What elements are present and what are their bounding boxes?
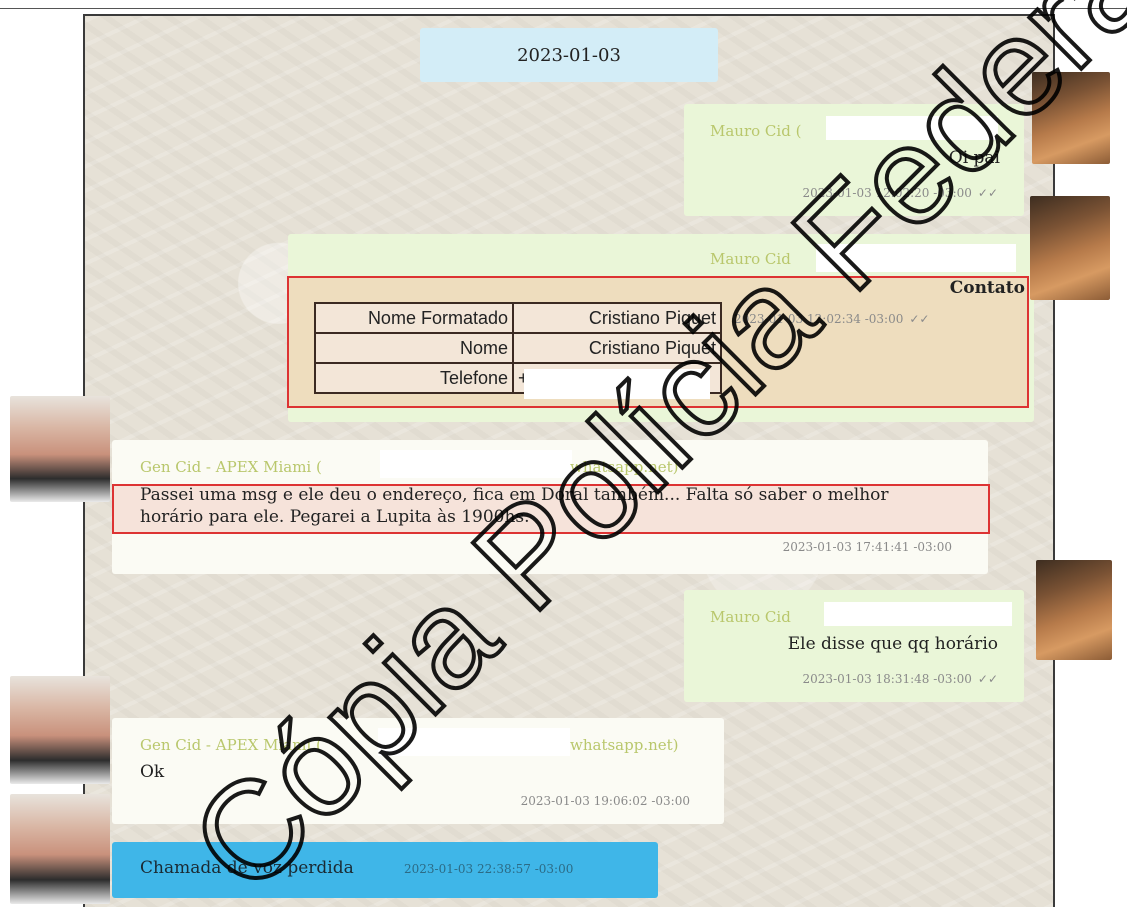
- message-text: Chamada de voz perdida: [140, 858, 354, 878]
- message-meta: 2023-01-03 12:02:20 -03:00 ✓✓: [803, 182, 998, 201]
- message-text: Contato: [949, 278, 1025, 298]
- avatar-mauro-cid: [1032, 72, 1110, 164]
- contact-row: Nome Formatado Cristiano Piquet: [314, 302, 722, 334]
- missed-call-message[interactable]: Chamada de voz perdida 2023-01-03 22:38:…: [112, 842, 658, 898]
- read-ticks-icon: ✓✓: [977, 672, 998, 686]
- sender-name: Mauro Cid (: [710, 122, 802, 140]
- contact-label: Nome: [314, 332, 514, 364]
- top-rule: [0, 8, 1127, 9]
- sender-name: Gen Cid - APEX Miami (: [140, 736, 322, 754]
- avatar-mauro-cid: [1030, 196, 1110, 300]
- date-separator: 2023-01-03: [420, 28, 718, 82]
- redaction-box: [378, 728, 570, 756]
- message-text: Ok: [140, 762, 165, 782]
- contact-value: Cristiano Piquet: [512, 332, 722, 364]
- message-time: 2023-01-03 12:02:20 -03:00: [802, 186, 972, 200]
- contact-label: Telefone: [314, 362, 514, 394]
- sender-name: Gen Cid - APEX Miami (: [140, 458, 322, 476]
- incoming-message[interactable]: Gen Cid - APEX Miami ( whatsapp.net) Ok …: [112, 718, 724, 824]
- redaction-box: [824, 602, 1012, 626]
- sender-suffix: whatsapp.net): [570, 458, 679, 476]
- read-ticks-icon: ✓✓: [977, 186, 998, 200]
- message-time: 2023-01-03 17:41:41 -03:00: [782, 540, 952, 554]
- redaction-box: [524, 369, 710, 399]
- contact-row: Nome Cristiano Piquet: [314, 332, 722, 364]
- read-ticks-icon: ✓✓: [909, 312, 930, 326]
- message-text: Oi pai: [948, 148, 1000, 168]
- message-time: 2023-01-03 22:38:57 -03:00: [404, 862, 574, 876]
- avatar-gen-cid: [10, 396, 110, 502]
- date-label: 2023-01-03: [517, 44, 621, 66]
- sender-name: Mauro Cid: [710, 250, 791, 268]
- redaction-box: [380, 450, 572, 478]
- message-time: 2023-01-03 19:06:02 -03:00: [520, 794, 690, 808]
- avatar-gen-cid: [10, 794, 110, 904]
- outgoing-message[interactable]: Mauro Cid Ele disse que qq horário 2023-…: [684, 590, 1024, 702]
- message-meta: 2023-01-03 18:31:48 -03:00 ✓✓: [803, 668, 998, 687]
- contact-label: Nome Formatado: [314, 302, 514, 334]
- message-meta: 2023-01-03 12:02:34 -03:00 ✓✓: [734, 308, 929, 327]
- sender-name: Mauro Cid: [710, 608, 791, 626]
- message-text: Passei uma msg e ele deu o endereço, fic…: [140, 485, 889, 527]
- outgoing-message[interactable]: Mauro Cid ( Oi pai 2023-01-03 12:02:20 -…: [684, 104, 1024, 216]
- redaction-box: [826, 116, 998, 140]
- contact-value: Cristiano Piquet: [512, 302, 722, 334]
- avatar-gen-cid: [10, 676, 110, 784]
- sender-suffix: whatsapp.net): [570, 736, 679, 754]
- redaction-box: [816, 244, 1016, 272]
- message-text: Ele disse que qq horário: [787, 634, 998, 654]
- message-time: 2023-01-03 12:02:34 -03:00: [734, 312, 904, 326]
- message-time: 2023-01-03 18:31:48 -03:00: [802, 672, 972, 686]
- avatar-mauro-cid: [1036, 560, 1112, 660]
